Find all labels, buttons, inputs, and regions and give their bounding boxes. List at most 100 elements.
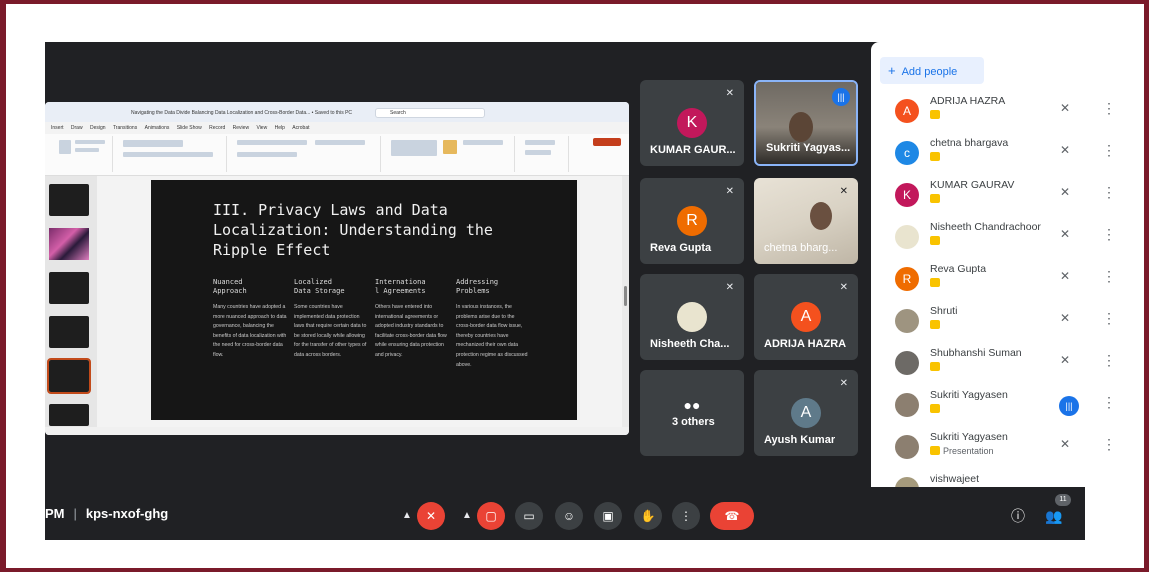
slide-thumbnail[interactable]	[49, 184, 89, 216]
avatar: c	[895, 141, 919, 165]
participant-row[interactable]: vishwajeet	[871, 468, 1118, 487]
ribbon-tab[interactable]: Draw	[71, 125, 83, 131]
avatar: K	[677, 108, 707, 138]
more-options-icon[interactable]: ⋮	[1102, 310, 1116, 327]
add-people-label: Add people	[901, 66, 958, 78]
avatar	[895, 225, 919, 249]
mic-off-icon[interactable]: ✕	[1060, 143, 1070, 157]
ppt-share-button[interactable]	[593, 138, 621, 146]
participant-row[interactable]: Nisheeth Chandrachoor ✕ ⋮	[871, 216, 1118, 258]
participant-row[interactable]: Sukriti Yagyasen Presentation ✕ ⋮	[871, 426, 1118, 468]
people-icon[interactable]: 👥	[1043, 505, 1065, 527]
mic-toggle-button[interactable]: ✕	[417, 502, 445, 530]
slide-column: Nuanced Approach Many countries have ado…	[213, 278, 287, 361]
ribbon-group-editing	[519, 136, 569, 172]
presentation-label: Presentation	[943, 446, 994, 456]
add-people-button[interactable]: + Add people	[880, 57, 984, 84]
ribbon-tab[interactable]: Record	[209, 125, 225, 131]
slide-thumbnail[interactable]	[49, 316, 89, 348]
participant-row[interactable]: K KUMAR GAURAV ✕ ⋮	[871, 174, 1118, 216]
column-heading: Addressing Problems	[456, 278, 499, 295]
avatar: K	[895, 183, 919, 207]
ppt-search-box[interactable]: Search	[375, 108, 485, 118]
slide-thumbnail[interactable]	[49, 228, 89, 260]
participant-name: Shruti	[930, 305, 958, 317]
host-badge-icon	[930, 110, 940, 119]
mic-off-icon[interactable]: ✕	[1060, 269, 1070, 283]
participant-tile[interactable]: ✕ chetna bharg...	[754, 178, 858, 264]
participant-row[interactable]: R Reva Gupta ✕ ⋮	[871, 258, 1118, 300]
more-options-icon[interactable]: ⋮	[1102, 184, 1116, 201]
host-badge-icon	[930, 194, 940, 203]
meeting-details: PM | kps-nxof-ghg	[45, 506, 168, 521]
more-options-icon[interactable]: ⋮	[1102, 142, 1116, 159]
tile-name: Nisheeth Cha...	[650, 338, 730, 350]
emoji-icon: ☺	[562, 509, 576, 523]
participant-tile[interactable]: ✕ Nisheeth Cha...	[640, 274, 744, 360]
more-options-icon[interactable]: ⋮	[1102, 352, 1116, 369]
avatar: A	[791, 302, 821, 332]
present-button[interactable]: ▣	[594, 502, 622, 530]
leave-call-button[interactable]: ☎	[710, 502, 754, 530]
slide-title: III. Privacy Laws and Data Localization:…	[213, 201, 493, 259]
ppt-window-title: Navigating the Data Divide Balancing Dat…	[131, 110, 353, 116]
participant-row[interactable]: c chetna bhargava ✕ ⋮	[871, 132, 1118, 174]
audio-options-chevron-icon[interactable]: ▲	[398, 502, 416, 530]
participant-row[interactable]: Shubhanshi Suman ✕ ⋮	[871, 342, 1118, 384]
slide-scrollbar[interactable]	[622, 176, 629, 428]
participant-tile[interactable]: ✕ K KUMAR GAUR...	[640, 80, 744, 166]
more-options-icon[interactable]: ⋮	[1102, 226, 1116, 243]
more-options-icon[interactable]: ⋮	[1102, 436, 1116, 453]
participant-tile[interactable]: ✕ A ADRIJA HAZRA	[754, 274, 858, 360]
ribbon-tab[interactable]: Help	[275, 125, 285, 131]
video-options-chevron-icon[interactable]: ▲	[458, 502, 476, 530]
ribbon-tab[interactable]: View	[256, 125, 267, 131]
tile-name: chetna bharg...	[764, 242, 838, 254]
meeting-time: PM	[45, 506, 65, 521]
avatar: R	[895, 267, 919, 291]
captions-icon: ▭	[523, 509, 535, 523]
participant-tile-speaking[interactable]: ||| Sukriti Yagyas...	[754, 80, 858, 166]
more-options-button[interactable]: ⋮	[672, 502, 700, 530]
column-heading: Nuanced Approach	[213, 278, 247, 295]
mic-off-icon: ✕	[839, 282, 848, 293]
ribbon-tab[interactable]: Design	[90, 125, 106, 131]
chat-icon[interactable]: ▤	[1080, 505, 1102, 527]
mic-off-icon[interactable]: ✕	[1060, 185, 1070, 199]
ribbon-tab[interactable]: Acrobat	[292, 125, 309, 131]
tile-name: Reva Gupta	[650, 242, 712, 254]
ribbon-tab[interactable]: Insert	[51, 125, 64, 131]
mic-off-icon[interactable]: ✕	[1060, 353, 1070, 367]
mic-off-icon[interactable]: ✕	[1060, 311, 1070, 325]
ribbon-tab[interactable]: Review	[233, 125, 249, 131]
camera-toggle-button[interactable]: ▢	[477, 502, 505, 530]
raise-hand-button[interactable]: ✋	[634, 502, 662, 530]
mic-off-icon[interactable]: ✕	[1060, 101, 1070, 115]
more-options-icon[interactable]: ⋮	[1102, 100, 1116, 117]
hang-up-icon: ☎	[724, 509, 740, 523]
more-options-icon[interactable]: ⋮	[1102, 268, 1116, 285]
ribbon-tab[interactable]: Slide Show	[177, 125, 202, 131]
participant-tile-others[interactable]: ●● 3 others	[640, 370, 744, 456]
more-options-icon[interactable]: ⋮	[1102, 394, 1116, 411]
presentation-audio-off-icon[interactable]: ✕	[1060, 437, 1070, 451]
ribbon-tab[interactable]: Animations	[145, 125, 170, 131]
captions-button[interactable]: ▭	[515, 502, 543, 530]
slide-thumbnail[interactable]	[49, 272, 89, 304]
host-badge-icon	[930, 404, 940, 413]
participant-tile[interactable]: ✕ R Reva Gupta	[640, 178, 744, 264]
participant-row[interactable]: Sukriti Yagyasen ||| ⋮	[871, 384, 1118, 426]
reactions-button[interactable]: ☺	[555, 502, 583, 530]
ribbon-tab[interactable]: Transitions	[113, 125, 137, 131]
participant-tile[interactable]: ✕ A Ayush Kumar	[754, 370, 858, 456]
participant-row[interactable]: A ADRIJA HAZRA ✕ ⋮	[871, 90, 1118, 132]
ppt-ribbon-tabs: Insert Draw Design Transitions Animation…	[45, 122, 629, 134]
meeting-info-icon[interactable]: ⓘ	[1007, 505, 1029, 527]
participant-row[interactable]: Shruti ✕ ⋮	[871, 300, 1118, 342]
speaking-icon: |||	[1059, 396, 1079, 416]
slide-thumbnail-selected[interactable]	[47, 358, 91, 394]
slide-thumbnail[interactable]	[49, 404, 89, 426]
mic-off-icon[interactable]: ✕	[1060, 227, 1070, 241]
host-badge-icon	[930, 320, 940, 329]
ribbon-group-slides	[53, 136, 113, 172]
